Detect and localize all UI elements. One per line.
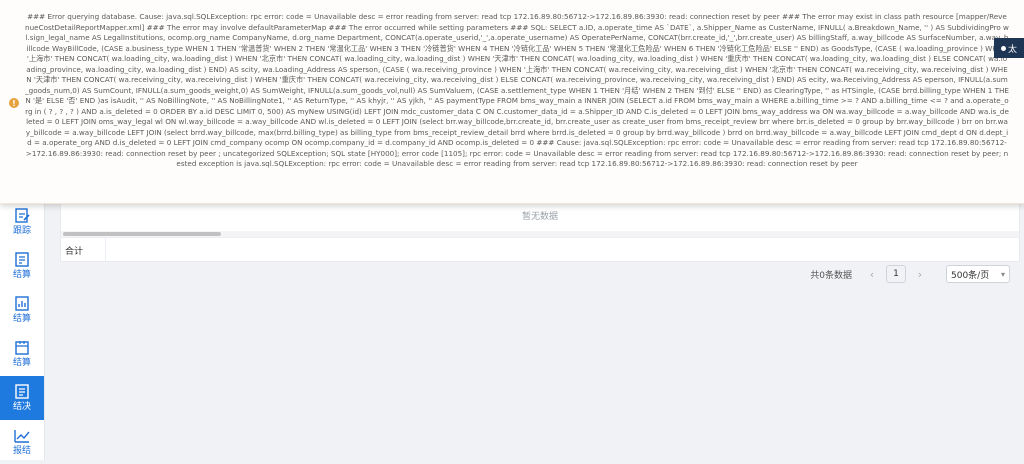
pagination: 共0条数据 ‹ 1 › 500条/页 ▾ xyxy=(810,264,1010,284)
sidebar-item-1[interactable]: 跟踪 xyxy=(0,200,44,244)
table-summary-row: 合计 xyxy=(61,237,1019,262)
right-edge-tab[interactable]: 太 xyxy=(994,38,1024,58)
summary-label: 合计 xyxy=(65,247,84,257)
bill-icon xyxy=(15,384,29,399)
empty-text: 暂无数据 xyxy=(521,212,558,222)
pagination-total: 共0条数据 xyxy=(810,270,852,281)
sidebar-item-label: 结算 xyxy=(12,358,31,368)
page-number-input[interactable]: 1 xyxy=(886,265,906,283)
error-message-text: ### Error querying database. Cause: java… xyxy=(25,12,1009,168)
chevron-left-icon[interactable]: ‹ xyxy=(862,265,882,283)
sidebar-item-6[interactable]: 报结 xyxy=(0,420,44,464)
sidebar-item-3[interactable]: 结算 xyxy=(0,288,44,332)
calendar-doc-icon xyxy=(15,341,29,355)
right-tab-label: 太 xyxy=(1007,44,1017,55)
error-message-box: ! ### Error querying database. Cause: ja… xyxy=(0,0,1024,204)
sidebar-item-label: 结算 xyxy=(12,314,31,324)
edit-doc-icon xyxy=(15,208,30,223)
sidebar-item-2[interactable]: 结算 xyxy=(0,244,44,288)
ledger-icon xyxy=(15,252,29,267)
data-table: 暂无数据 合计 xyxy=(60,200,1020,262)
sidebar-item-label: 跟踪 xyxy=(12,226,31,236)
dot-icon xyxy=(1000,45,1006,51)
page-size-select[interactable]: 500条/页 ▾ xyxy=(946,265,1010,283)
chevron-right-icon[interactable]: › xyxy=(910,265,930,283)
page-size-value: 500条/页 xyxy=(951,270,990,281)
chart-doc-icon xyxy=(15,296,29,311)
sidebar-item-label: 报结 xyxy=(12,446,31,456)
sidebar-item-5[interactable]: 结决 xyxy=(0,376,44,420)
sidebar-item-label: 结算 xyxy=(12,270,31,280)
line-chart-icon xyxy=(14,430,30,443)
chevron-down-icon: ▾ xyxy=(1000,269,1005,279)
warning-icon: ! xyxy=(9,98,19,108)
cell-divider xyxy=(105,238,106,262)
sidebar-item-label: 结决 xyxy=(12,402,31,412)
sidebar-item-4[interactable]: 结算 xyxy=(0,332,44,376)
scrollbar-thumb[interactable] xyxy=(63,232,221,236)
